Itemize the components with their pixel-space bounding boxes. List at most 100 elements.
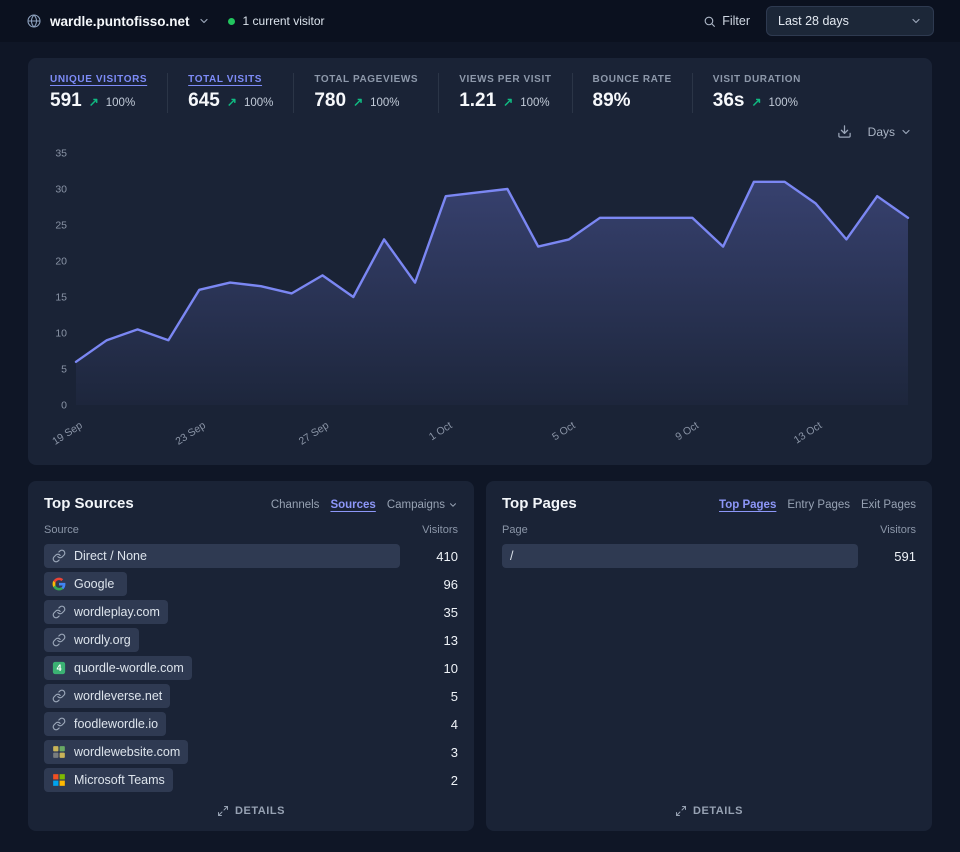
breakdown-bar[interactable]: foodlewordle.io [44,712,166,736]
pages-tabs: Top Pages Entry Pages Exit Pages [719,499,916,511]
row-label[interactable]: Google [74,577,114,591]
row-label[interactable]: / [510,549,513,563]
row-label[interactable]: Microsoft Teams [74,773,165,787]
pages-column-headers: Page Visitors [502,524,916,536]
stat-bounce-rate[interactable]: BOUNCE RATE89% [593,72,672,114]
row-value: 410 [414,549,458,564]
row-label[interactable]: wordly.org [74,633,131,647]
trend-up-icon: ↗ [503,95,513,109]
breakdown-bar[interactable]: wordleplay.com [44,600,168,624]
stat-value-row: 591↗100% [50,90,147,112]
trend-up-icon: ↗ [89,95,99,109]
expand-icon [217,805,229,817]
pages-details-label: DETAILS [693,805,743,817]
bar-track: foodlewordle.io [44,712,400,736]
row-label[interactable]: quordle-wordle.com [74,661,184,675]
tab-top-pages[interactable]: Top Pages [719,499,776,511]
row-value: 13 [414,633,458,648]
top-sources-header: Top Sources ChannelsSourcesCampaigns [44,495,458,512]
breakdown-bar[interactable]: wordly.org [44,628,139,652]
tab-exit-pages[interactable]: Exit Pages [861,499,916,511]
stat-label: VISIT DURATION [713,74,801,85]
stat-delta: 100% [520,97,549,109]
y-axis-tick: 15 [55,292,67,304]
tab-label: Entry Pages [787,499,850,511]
chevron-down-icon [910,15,922,27]
tab-entry-pages[interactable]: Entry Pages [787,499,850,511]
stat-delta: 100% [244,97,273,109]
tab-label: Sources [330,499,375,511]
tab-campaigns[interactable]: Campaigns [387,499,458,511]
row-value: 35 [414,605,458,620]
visitors-chart[interactable]: 0510152025303519 Sep23 Sep27 Sep1 Oct5 O… [44,143,916,461]
col-visitors: Visitors [880,524,916,536]
sources-details-button[interactable]: DETAILS [217,805,285,817]
stat-divider [167,73,168,113]
pages-details-button[interactable]: DETAILS [675,805,743,817]
breakdown-bar[interactable]: wordleverse.net [44,684,170,708]
stat-views-per-visit[interactable]: VIEWS PER VISIT 1.21 ↗ 100% [459,72,551,114]
stat-value-row: 645↗100% [188,90,273,112]
wordle-icon [52,745,66,759]
breakdown-bar[interactable]: wordlewebsite.com [44,740,188,764]
chevron-down-icon[interactable] [198,15,210,27]
row-value: 10 [414,661,458,676]
chart-area-fill [76,182,908,405]
x-axis-tick: 1 Oct [427,419,455,443]
tab-label: Campaigns [387,499,445,511]
stat-value-row: 780↗100% [314,90,418,112]
top-pages-header: Top Pages Top Pages Entry Pages Exit Pages [502,495,916,512]
x-axis-tick: 13 Oct [792,419,825,446]
col-visitors: Visitors [422,524,458,536]
stat-divider [572,73,573,113]
stat-delta: 100% [106,97,135,109]
breakdown-bar[interactable]: Microsoft Teams [44,768,173,792]
trend-up-icon: ↗ [227,95,237,109]
list-row: wordleplay.com 35 [44,600,458,624]
stat-label: UNIQUE VISITORS [50,74,147,85]
link-icon [52,549,66,563]
stat-value: 36s [713,90,745,112]
topbar-left: wardle.puntofisso.net 1 current visitor [26,13,325,29]
row-value: 4 [414,717,458,732]
stat-unique-visitors[interactable]: UNIQUE VISITORS591↗100% [50,72,147,114]
y-axis-tick: 0 [61,400,67,412]
filter-button[interactable]: Filter [703,14,750,28]
breakdown-bar[interactable]: / [502,544,858,568]
list-row: 4quordle-wordle.com 10 [44,656,458,680]
x-axis-tick: 27 Sep [297,419,332,447]
date-range-select[interactable]: Last 28 days [766,6,934,36]
site-favicon-globe-icon [26,13,42,29]
stat-label: VIEWS PER VISIT [459,74,551,85]
live-visitors-dot [228,18,235,25]
site-name[interactable]: wardle.puntofisso.net [50,14,190,29]
stat-value: 1.21 [459,90,496,112]
breakdown-bar[interactable]: 4quordle-wordle.com [44,656,192,680]
stat-divider [438,73,439,113]
row-value: 96 [414,577,458,592]
breakdown-bar[interactable]: Google [44,572,127,596]
list-row: wordlewebsite.com3 [44,740,458,764]
row-label[interactable]: foodlewordle.io [74,717,158,731]
interval-select[interactable]: Days [868,125,912,139]
stat-label: BOUNCE RATE [593,74,672,85]
trend-up-icon: ↗ [353,95,363,109]
pages-list: /591 [502,544,916,795]
filter-label: Filter [722,14,750,28]
tab-channels[interactable]: Channels [271,499,320,511]
row-label[interactable]: Direct / None [74,549,147,563]
bar-track: wordlewebsite.com [44,740,400,764]
current-visitors-link[interactable]: 1 current visitor [243,14,325,28]
download-icon[interactable] [837,124,852,139]
tab-label: Channels [271,499,320,511]
row-label[interactable]: wordleverse.net [74,689,162,703]
tab-sources[interactable]: Sources [330,499,375,511]
breakdown-bar[interactable]: Direct / None [44,544,400,568]
stat-total-visits[interactable]: TOTAL VISITS645↗100% [188,72,273,114]
row-value: 2 [414,773,458,788]
stat-visit-duration[interactable]: VISIT DURATION36s↗100% [713,72,801,114]
stat-total-pageviews[interactable]: TOTAL PAGEVIEWS780↗100% [314,72,418,114]
row-label[interactable]: wordlewebsite.com [74,745,180,759]
row-label[interactable]: wordleplay.com [74,605,160,619]
x-axis-tick: 9 Oct [673,419,701,443]
